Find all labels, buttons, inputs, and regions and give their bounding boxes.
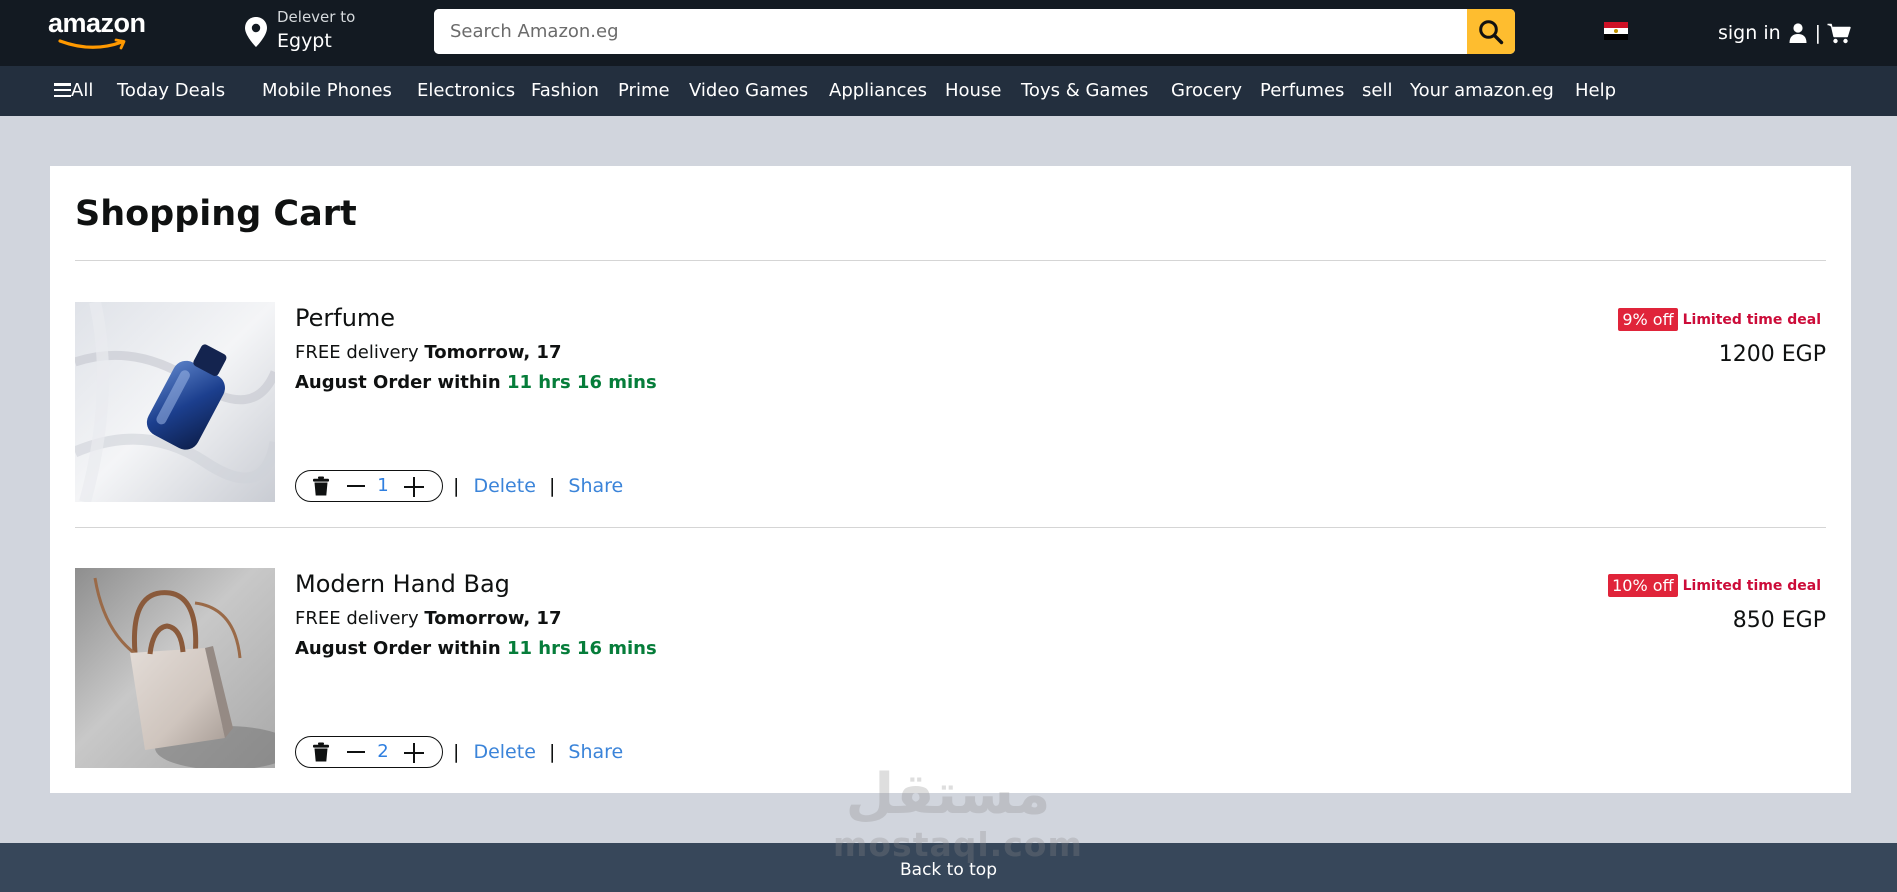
footer: Back to top bbox=[0, 843, 1897, 892]
order-within: August Order within 11 hrs 16 mins bbox=[295, 638, 657, 659]
limited-deal-label: Limited time deal bbox=[1682, 577, 1821, 594]
discount-badge: 10% off bbox=[1608, 574, 1678, 597]
user-icon[interactable] bbox=[1789, 23, 1807, 43]
nav-item-your-amazon[interactable]: Your amazon.eg bbox=[1410, 80, 1554, 101]
nav-item-toys-games[interactable]: Toys & Games bbox=[1021, 80, 1148, 101]
separator: | bbox=[453, 741, 460, 763]
top-header: amazon Delever to Egypt sign in bbox=[0, 0, 1897, 66]
nav-all[interactable]: All bbox=[71, 80, 93, 101]
cart-item: Perfume FREE delivery Tomorrow, 17 Augus… bbox=[75, 302, 1826, 502]
item-actions: | Delete | Share bbox=[453, 741, 623, 763]
page-title: Shopping Cart bbox=[75, 194, 357, 234]
order-within: August Order within 11 hrs 16 mins bbox=[295, 372, 657, 393]
header-separator: | bbox=[1814, 22, 1822, 44]
trash-icon[interactable] bbox=[313, 476, 329, 496]
quantity-value: 1 bbox=[377, 475, 389, 496]
nav-item-prime[interactable]: Prime bbox=[618, 80, 670, 101]
cart-item: Modern Hand Bag FREE delivery Tomorrow, … bbox=[75, 568, 1826, 768]
logo-smile-icon bbox=[58, 38, 126, 50]
delivery-date: Tomorrow, 17 bbox=[424, 342, 562, 363]
plus-icon[interactable] bbox=[404, 743, 424, 763]
plus-icon[interactable] bbox=[404, 477, 424, 497]
share-link[interactable]: Share bbox=[568, 741, 623, 763]
divider bbox=[75, 260, 1826, 261]
minus-icon[interactable] bbox=[347, 485, 365, 488]
nav-item-house[interactable]: House bbox=[945, 80, 1001, 101]
quantity-stepper: 1 bbox=[295, 470, 443, 502]
nav-item-perfumes[interactable]: Perfumes bbox=[1260, 80, 1344, 101]
delete-link[interactable]: Delete bbox=[473, 741, 535, 763]
deliver-label: Delever to bbox=[277, 8, 356, 26]
delivery-date: Tomorrow, 17 bbox=[424, 608, 562, 629]
nav-item-video-games[interactable]: Video Games bbox=[689, 80, 808, 101]
nav-item-today-deals[interactable]: Today Deals bbox=[117, 80, 225, 101]
order-prefix: August Order within bbox=[295, 372, 501, 393]
logo-text: amazon bbox=[48, 8, 146, 38]
nav-item-fashion[interactable]: Fashion bbox=[531, 80, 599, 101]
nav-item-help[interactable]: Help bbox=[1575, 80, 1616, 101]
product-image-hand-bag[interactable] bbox=[75, 568, 275, 768]
deal-info: 10% off Limited time deal bbox=[1608, 574, 1821, 597]
deliver-location: Egypt bbox=[277, 30, 332, 52]
hand-bag-image bbox=[75, 568, 275, 768]
discount-badge: 9% off bbox=[1618, 308, 1678, 331]
delivery-info: FREE delivery Tomorrow, 17 bbox=[295, 608, 561, 629]
order-time: 11 hrs 16 mins bbox=[506, 638, 657, 659]
quantity-value: 2 bbox=[377, 741, 389, 762]
delivery-prefix: FREE delivery bbox=[295, 608, 419, 629]
delete-link[interactable]: Delete bbox=[473, 475, 535, 497]
perfume-image bbox=[75, 302, 275, 502]
menu-icon[interactable] bbox=[54, 83, 71, 98]
order-time: 11 hrs 16 mins bbox=[506, 372, 657, 393]
item-price: 1200 EGP bbox=[1718, 342, 1826, 367]
product-name[interactable]: Modern Hand Bag bbox=[295, 570, 510, 598]
product-name[interactable]: Perfume bbox=[295, 304, 395, 332]
back-to-top-link[interactable]: Back to top bbox=[0, 860, 1897, 880]
nav-item-appliances[interactable]: Appliances bbox=[829, 80, 927, 101]
separator: | bbox=[453, 475, 460, 497]
trash-icon[interactable] bbox=[313, 742, 329, 762]
order-prefix: August Order within bbox=[295, 638, 501, 659]
cart-icon[interactable] bbox=[1827, 23, 1851, 44]
search-icon bbox=[1479, 19, 1504, 44]
search-button[interactable] bbox=[1467, 9, 1515, 54]
divider bbox=[75, 527, 1826, 528]
sign-in-link[interactable]: sign in bbox=[1718, 22, 1781, 44]
nav-item-electronics[interactable]: Electronics bbox=[417, 80, 515, 101]
nav-item-mobile-phones[interactable]: Mobile Phones bbox=[262, 80, 392, 101]
search-input[interactable] bbox=[434, 9, 1467, 54]
separator: | bbox=[548, 741, 556, 763]
delivery-prefix: FREE delivery bbox=[295, 342, 419, 363]
quantity-stepper: 2 bbox=[295, 736, 443, 768]
delivery-info: FREE delivery Tomorrow, 17 bbox=[295, 342, 561, 363]
item-actions: | Delete | Share bbox=[453, 475, 623, 497]
nav-bar: All Today Deals Mobile Phones Electronic… bbox=[0, 66, 1897, 116]
separator: | bbox=[548, 475, 556, 497]
account-area: sign in | bbox=[1718, 18, 1851, 48]
minus-icon[interactable] bbox=[347, 751, 365, 754]
product-image-perfume[interactable] bbox=[75, 302, 275, 502]
amazon-logo[interactable]: amazon bbox=[48, 8, 152, 50]
map-pin-icon bbox=[245, 17, 267, 47]
item-price: 850 EGP bbox=[1732, 608, 1826, 633]
limited-deal-label: Limited time deal bbox=[1682, 311, 1821, 328]
deal-info: 9% off Limited time deal bbox=[1618, 308, 1821, 331]
search-bar bbox=[434, 9, 1515, 54]
nav-item-sell[interactable]: sell bbox=[1362, 80, 1392, 101]
egypt-flag-icon[interactable] bbox=[1604, 22, 1628, 40]
shopping-cart-card: Shopping Cart Perfume FREE delivery Tomo… bbox=[50, 166, 1851, 793]
nav-item-grocery[interactable]: Grocery bbox=[1171, 80, 1242, 101]
share-link[interactable]: Share bbox=[568, 475, 623, 497]
